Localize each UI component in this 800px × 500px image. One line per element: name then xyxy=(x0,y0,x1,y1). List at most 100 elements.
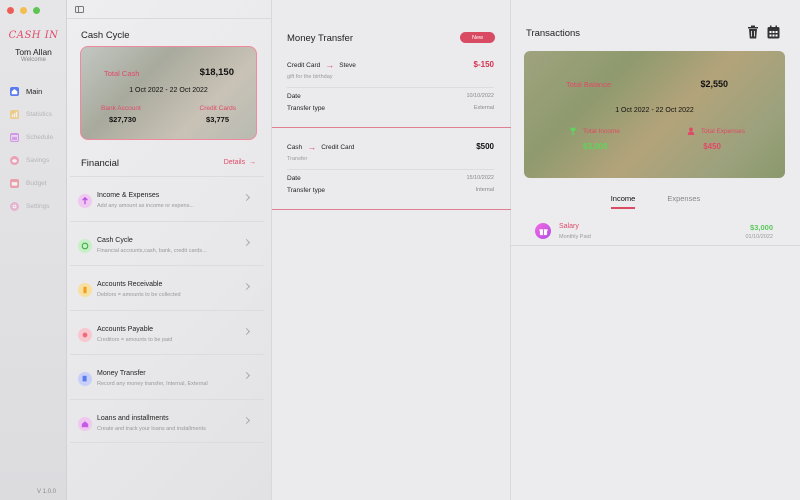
chevron-right-icon xyxy=(242,238,251,246)
sidebar-item-budget[interactable]: Budget xyxy=(0,172,67,195)
close-window-button[interactable] xyxy=(7,7,14,14)
date-label: Date xyxy=(287,175,301,182)
sidebar-item-label: Savings xyxy=(26,157,50,164)
list-item-title: Accounts Payable xyxy=(97,325,154,333)
income-summary: Total Income xyxy=(569,127,620,135)
transfer-to: Steve xyxy=(339,61,356,69)
list-item-title: Income & Expenses xyxy=(97,192,160,199)
list-item[interactable]: Salary Monthly Paid $3,000 01/10/2022 xyxy=(511,215,800,246)
expenses-value: $450 xyxy=(703,142,721,151)
cash-cycle-card[interactable]: Total Cash $18,150 1 Oct 2022 - 22 Oct 2… xyxy=(80,46,257,140)
transaction-amount: $3,000 xyxy=(750,223,773,232)
wallet-icon xyxy=(10,179,19,188)
money-transfer-panel: Money Transfer New Credit Card → Steve $… xyxy=(272,0,511,500)
chevron-right-icon xyxy=(242,282,251,291)
transfer-route: Cash → Credit Card xyxy=(287,142,354,152)
list-item-cash-cycle[interactable]: Cash Cycle Financial accounts,cash, bank… xyxy=(70,220,264,266)
new-transfer-button[interactable]: New xyxy=(460,32,495,43)
transactions-title: Transactions xyxy=(526,28,581,39)
expenses-summary: Total Expenses xyxy=(687,127,745,135)
cash-cycle-icon xyxy=(78,238,92,253)
list-item-title: Accounts Receivable xyxy=(97,281,163,288)
sidebar-toggle-icon[interactable] xyxy=(75,6,84,13)
list-item-subtitle: Record any money transfer, Internal, Ext… xyxy=(97,381,208,387)
date-range: 1 Oct 2022 - 22 Oct 2022 xyxy=(129,87,208,94)
transfer-card[interactable]: Cash → Credit Card $500 Transfer Date 15… xyxy=(272,132,511,210)
bank-account-value: $27,730 xyxy=(109,115,137,124)
sidebar-item-schedule[interactable]: Schedule xyxy=(0,126,67,149)
toolbar xyxy=(67,0,272,19)
user-name: Tom Allan xyxy=(15,47,52,57)
sidebar-item-savings[interactable]: Savings xyxy=(0,149,67,172)
list-item-accounts-payable[interactable]: Accounts Payable Creditors = amounts to … xyxy=(70,309,264,355)
list-item-loans[interactable]: Loans and installments Create and track … xyxy=(70,398,264,443)
transfer-from: Cash xyxy=(287,143,303,151)
list-item-subtitle: Create and track your loans and installm… xyxy=(97,425,206,432)
balance-value: $2,550 xyxy=(700,79,728,89)
piggy-bank-icon xyxy=(10,156,19,165)
transaction-tabs: Income Expenses xyxy=(511,194,800,209)
transactions-panel: Transactions Total Balance $2,550 1 Oct … xyxy=(511,0,800,500)
list-item-subtitle: Creditors = amounts to be paid xyxy=(97,336,173,343)
total-cash-label: Total Cash xyxy=(104,69,140,78)
arrow-right-icon: → xyxy=(247,159,256,166)
transfer-type-row: Transfer type External xyxy=(287,100,494,112)
transactions-summary-card: Total Balance $2,550 1 Oct 2022 - 22 Oct… xyxy=(524,51,785,178)
window-controls xyxy=(7,7,40,14)
app-logo: CASH IN xyxy=(8,30,59,41)
transfer-amount: $500 xyxy=(476,142,494,151)
calendar-icon[interactable] xyxy=(767,25,780,39)
income-label: Total Income xyxy=(583,127,620,135)
credit-cards-label: Credit Cards xyxy=(199,105,236,112)
transfer-from: Credit Card xyxy=(287,61,321,69)
transfer-card[interactable]: Credit Card → Steve $-150 gift for the b… xyxy=(272,50,511,128)
overview-panel: Cash Cycle Total Cash $18,150 1 Oct 2022… xyxy=(67,0,272,500)
type-value: External xyxy=(473,105,494,111)
tab-expenses[interactable]: Expenses xyxy=(667,194,700,209)
list-item-accounts-receivable[interactable]: Accounts Receivable Debtors = amounts to… xyxy=(70,265,264,310)
transfer-note: Transfer xyxy=(287,156,308,162)
app-version: V 1.0.0 xyxy=(36,489,56,495)
transfer-route: Credit Card → Steve xyxy=(287,60,356,70)
chart-icon xyxy=(10,110,19,119)
type-label: Transfer type xyxy=(287,187,326,194)
chevron-right-icon xyxy=(242,416,251,424)
date-value: 10/10/2022 xyxy=(466,93,494,99)
transfer-date-row: Date 15/10/2022 xyxy=(287,169,494,182)
gift-icon xyxy=(535,223,551,239)
trash-icon[interactable] xyxy=(747,25,759,39)
sidebar-item-main[interactable]: Main xyxy=(0,80,67,103)
chevron-right-icon xyxy=(242,193,251,202)
sidebar-item-label: Schedule xyxy=(26,134,54,141)
sidebar-item-statistics[interactable]: Statistics xyxy=(0,103,67,126)
list-item-money-transfer[interactable]: Money Transfer Record any money transfer… xyxy=(70,354,264,399)
sidebar-item-label: Budget xyxy=(26,180,47,187)
list-item-subtitle: Debtors = amounts to be collected xyxy=(97,292,181,298)
transfer-icon xyxy=(78,372,92,386)
sidebar-item-settings[interactable]: Settings xyxy=(0,195,67,218)
list-item-income-expenses[interactable]: Income & Expenses Add any amount as inco… xyxy=(70,176,264,221)
transaction-title: Salary xyxy=(559,223,579,230)
list-item-title: Money Transfer xyxy=(97,370,146,377)
chevron-right-icon xyxy=(242,371,251,380)
list-item-subtitle: Financial accounts,cash, bank, credit ca… xyxy=(97,247,207,254)
sidebar: CASH IN Tom Allan Welcome Main Statistic… xyxy=(0,0,67,500)
minimize-window-button[interactable] xyxy=(20,7,27,14)
user-icon xyxy=(687,127,695,135)
details-link[interactable]: Details → xyxy=(224,159,256,166)
financial-list: Income & Expenses Add any amount as inco… xyxy=(70,176,264,443)
arrow-right-icon: → xyxy=(325,60,335,70)
receivable-icon xyxy=(78,283,92,297)
list-item-subtitle: Add any amount as income or expens... xyxy=(97,203,194,209)
transfer-date-row: Date 10/10/2022 xyxy=(287,87,494,100)
transfer-amount: $-150 xyxy=(473,60,494,69)
sidebar-item-label: Main xyxy=(26,87,43,96)
tab-income[interactable]: Income xyxy=(610,194,636,209)
zoom-window-button[interactable] xyxy=(33,7,40,14)
arrow-right-icon: → xyxy=(307,142,317,152)
expenses-label: Total Expenses xyxy=(700,127,745,135)
cash-cycle-title: Cash Cycle xyxy=(81,30,130,41)
date-label: Date xyxy=(287,93,301,100)
total-cash-value: $18,150 xyxy=(199,67,234,78)
credit-cards-value: $3,775 xyxy=(206,115,229,124)
